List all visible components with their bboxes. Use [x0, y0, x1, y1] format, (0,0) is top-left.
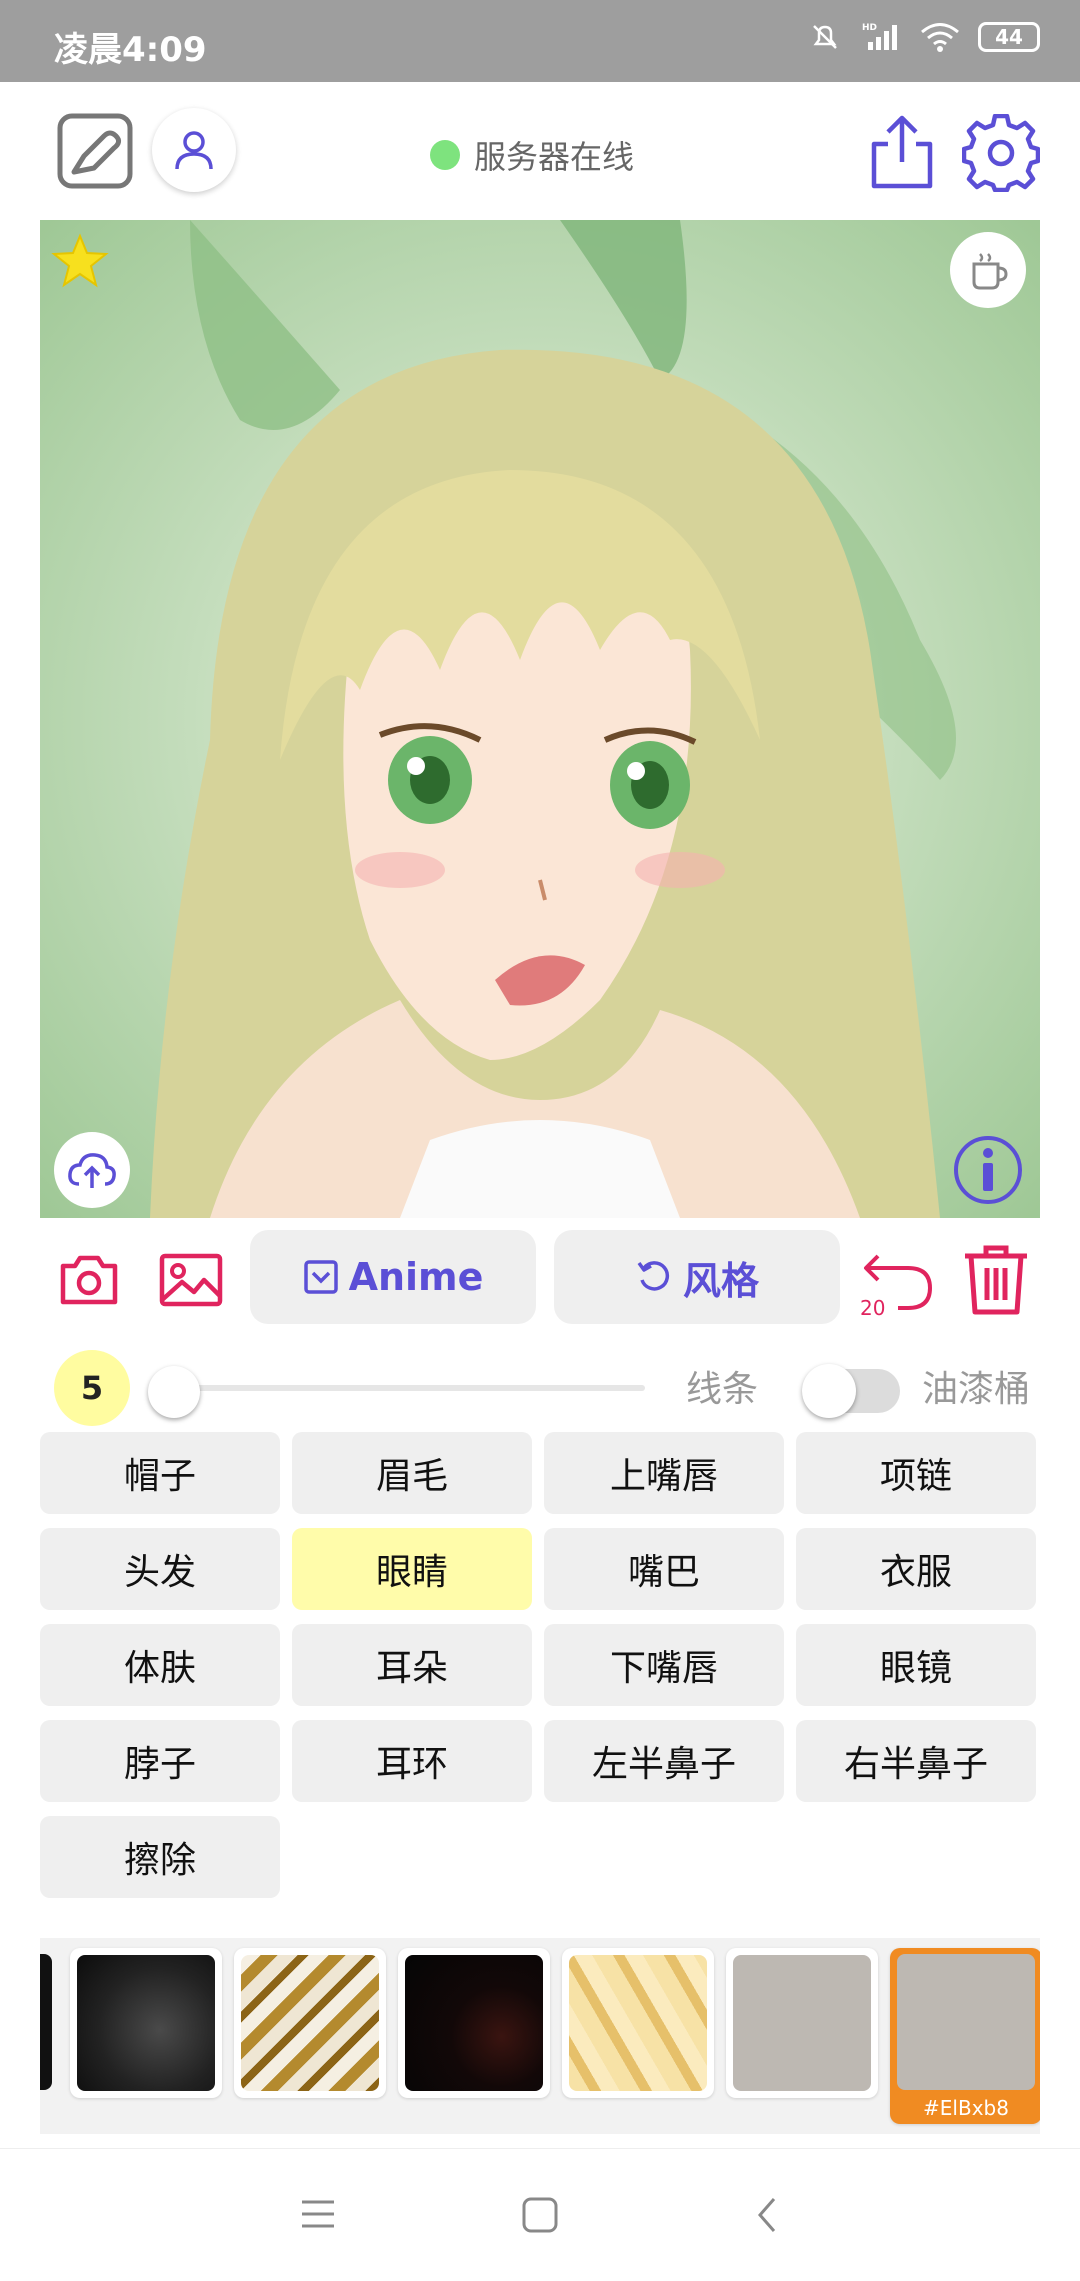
mute-icon — [813, 25, 837, 49]
delete-button[interactable] — [958, 1240, 1034, 1320]
camera-button[interactable] — [54, 1250, 124, 1310]
undo-count: 20 — [860, 1296, 886, 1320]
segment-hat[interactable]: 帽子 — [40, 1432, 280, 1514]
segment-clothes[interactable]: 衣服 — [796, 1528, 1036, 1610]
brush-controls: 5 线条 油漆桶 — [0, 1338, 1080, 1428]
undo-button[interactable]: 20 — [858, 1242, 938, 1322]
paint-bucket-label: 油漆桶 — [922, 1369, 1031, 1410]
segment-necklace[interactable]: 项链 — [796, 1432, 1036, 1514]
segment-skin[interactable]: 体肤 — [40, 1624, 280, 1706]
share-button[interactable] — [866, 112, 938, 192]
person-icon — [175, 131, 213, 170]
favorite-star-icon[interactable] — [50, 232, 110, 292]
drawing-canvas[interactable] — [40, 220, 1040, 1218]
segment-upper-lip[interactable]: 上嘴唇 — [544, 1432, 784, 1514]
info-icon — [954, 1136, 1022, 1204]
cloud-upload-icon — [68, 1153, 116, 1188]
segment-eyebrows[interactable]: 眉毛 — [292, 1432, 532, 1514]
camera-icon — [60, 1255, 118, 1305]
server-online-indicator — [430, 140, 460, 170]
texture-code: #ElBxb8 — [923, 2096, 1009, 2120]
texture-swatch[interactable] — [70, 1948, 222, 2098]
texture-swatch[interactable] — [562, 1948, 714, 2098]
sketch-icon — [57, 113, 133, 189]
texture-swatch-partial[interactable] — [40, 1954, 52, 2090]
segment-earrings[interactable]: 耳环 — [292, 1720, 532, 1802]
svg-text:HD: HD — [862, 23, 877, 33]
segment-eyes[interactable]: 眼睛 — [292, 1528, 532, 1610]
style-button[interactable]: 风格 — [554, 1230, 840, 1324]
brush-size-slider-thumb[interactable] — [148, 1366, 200, 1418]
settings-button[interactable] — [960, 112, 1042, 194]
upload-button[interactable] — [54, 1132, 130, 1208]
segment-erase[interactable]: 擦除 — [40, 1816, 280, 1898]
server-status-label: 服务器在线 — [474, 138, 635, 176]
status-bar: 凌晨4:09 HD 44 — [0, 0, 1080, 82]
gear-icon — [962, 114, 1040, 192]
segment-neck[interactable]: 脖子 — [40, 1720, 280, 1802]
style-label: 风格 — [682, 1258, 759, 1303]
status-time: 凌晨4:09 — [54, 30, 207, 70]
gallery-button[interactable] — [156, 1248, 226, 1312]
tool-row: Anime 风格 20 — [0, 1228, 1080, 1338]
paint-bucket-toggle-thumb[interactable] — [802, 1364, 856, 1418]
anime-label: Anime — [348, 1255, 484, 1299]
account-button[interactable] — [152, 108, 236, 192]
header: 服务器在线 — [0, 82, 1080, 220]
signal-icon: HD — [862, 23, 897, 50]
segment-mouth[interactable]: 嘴巴 — [544, 1528, 784, 1610]
segment-right-nose[interactable]: 右半鼻子 — [796, 1720, 1036, 1802]
info-button[interactable] — [950, 1132, 1026, 1208]
segment-glasses[interactable]: 眼镜 — [796, 1624, 1036, 1706]
anime-portrait-image — [40, 220, 1040, 1218]
brush-size-slider[interactable] — [170, 1385, 645, 1391]
anime-button[interactable]: Anime — [250, 1230, 536, 1324]
system-nav-bar — [0, 2148, 1080, 2281]
coffee-button[interactable] — [950, 232, 1026, 308]
brush-size-badge: 5 — [54, 1350, 130, 1426]
trash-icon — [965, 1245, 1027, 1315]
refresh-icon — [637, 1261, 670, 1291]
texture-swatch[interactable] — [234, 1948, 386, 2098]
wifi-icon — [921, 23, 959, 52]
back-icon[interactable] — [752, 2195, 782, 2235]
segment-ears[interactable]: 耳朵 — [292, 1624, 532, 1706]
checkbox-icon — [303, 1260, 338, 1294]
coffee-cup-icon — [972, 253, 1008, 290]
image-icon — [159, 1253, 223, 1307]
segment-left-nose[interactable]: 左半鼻子 — [544, 1720, 784, 1802]
texture-strip[interactable]: #ElBxb8 — [40, 1938, 1040, 2134]
lines-label: 线条 — [686, 1369, 759, 1410]
sketch-mode-button[interactable] — [56, 112, 134, 190]
texture-swatch[interactable] — [398, 1948, 550, 2098]
segment-hair[interactable]: 头发 — [40, 1528, 280, 1610]
home-icon[interactable] — [520, 2195, 560, 2235]
menu-icon[interactable] — [298, 2197, 338, 2231]
segment-lower-lip[interactable]: 下嘴唇 — [544, 1624, 784, 1706]
share-icon — [871, 115, 933, 189]
texture-swatch[interactable] — [726, 1948, 878, 2098]
status-icons: HD 44 — [808, 20, 1040, 54]
texture-swatch-selected[interactable]: #ElBxb8 — [890, 1948, 1040, 2124]
battery-indicator: 44 — [978, 22, 1040, 52]
server-status: 服务器在线 — [430, 132, 634, 178]
